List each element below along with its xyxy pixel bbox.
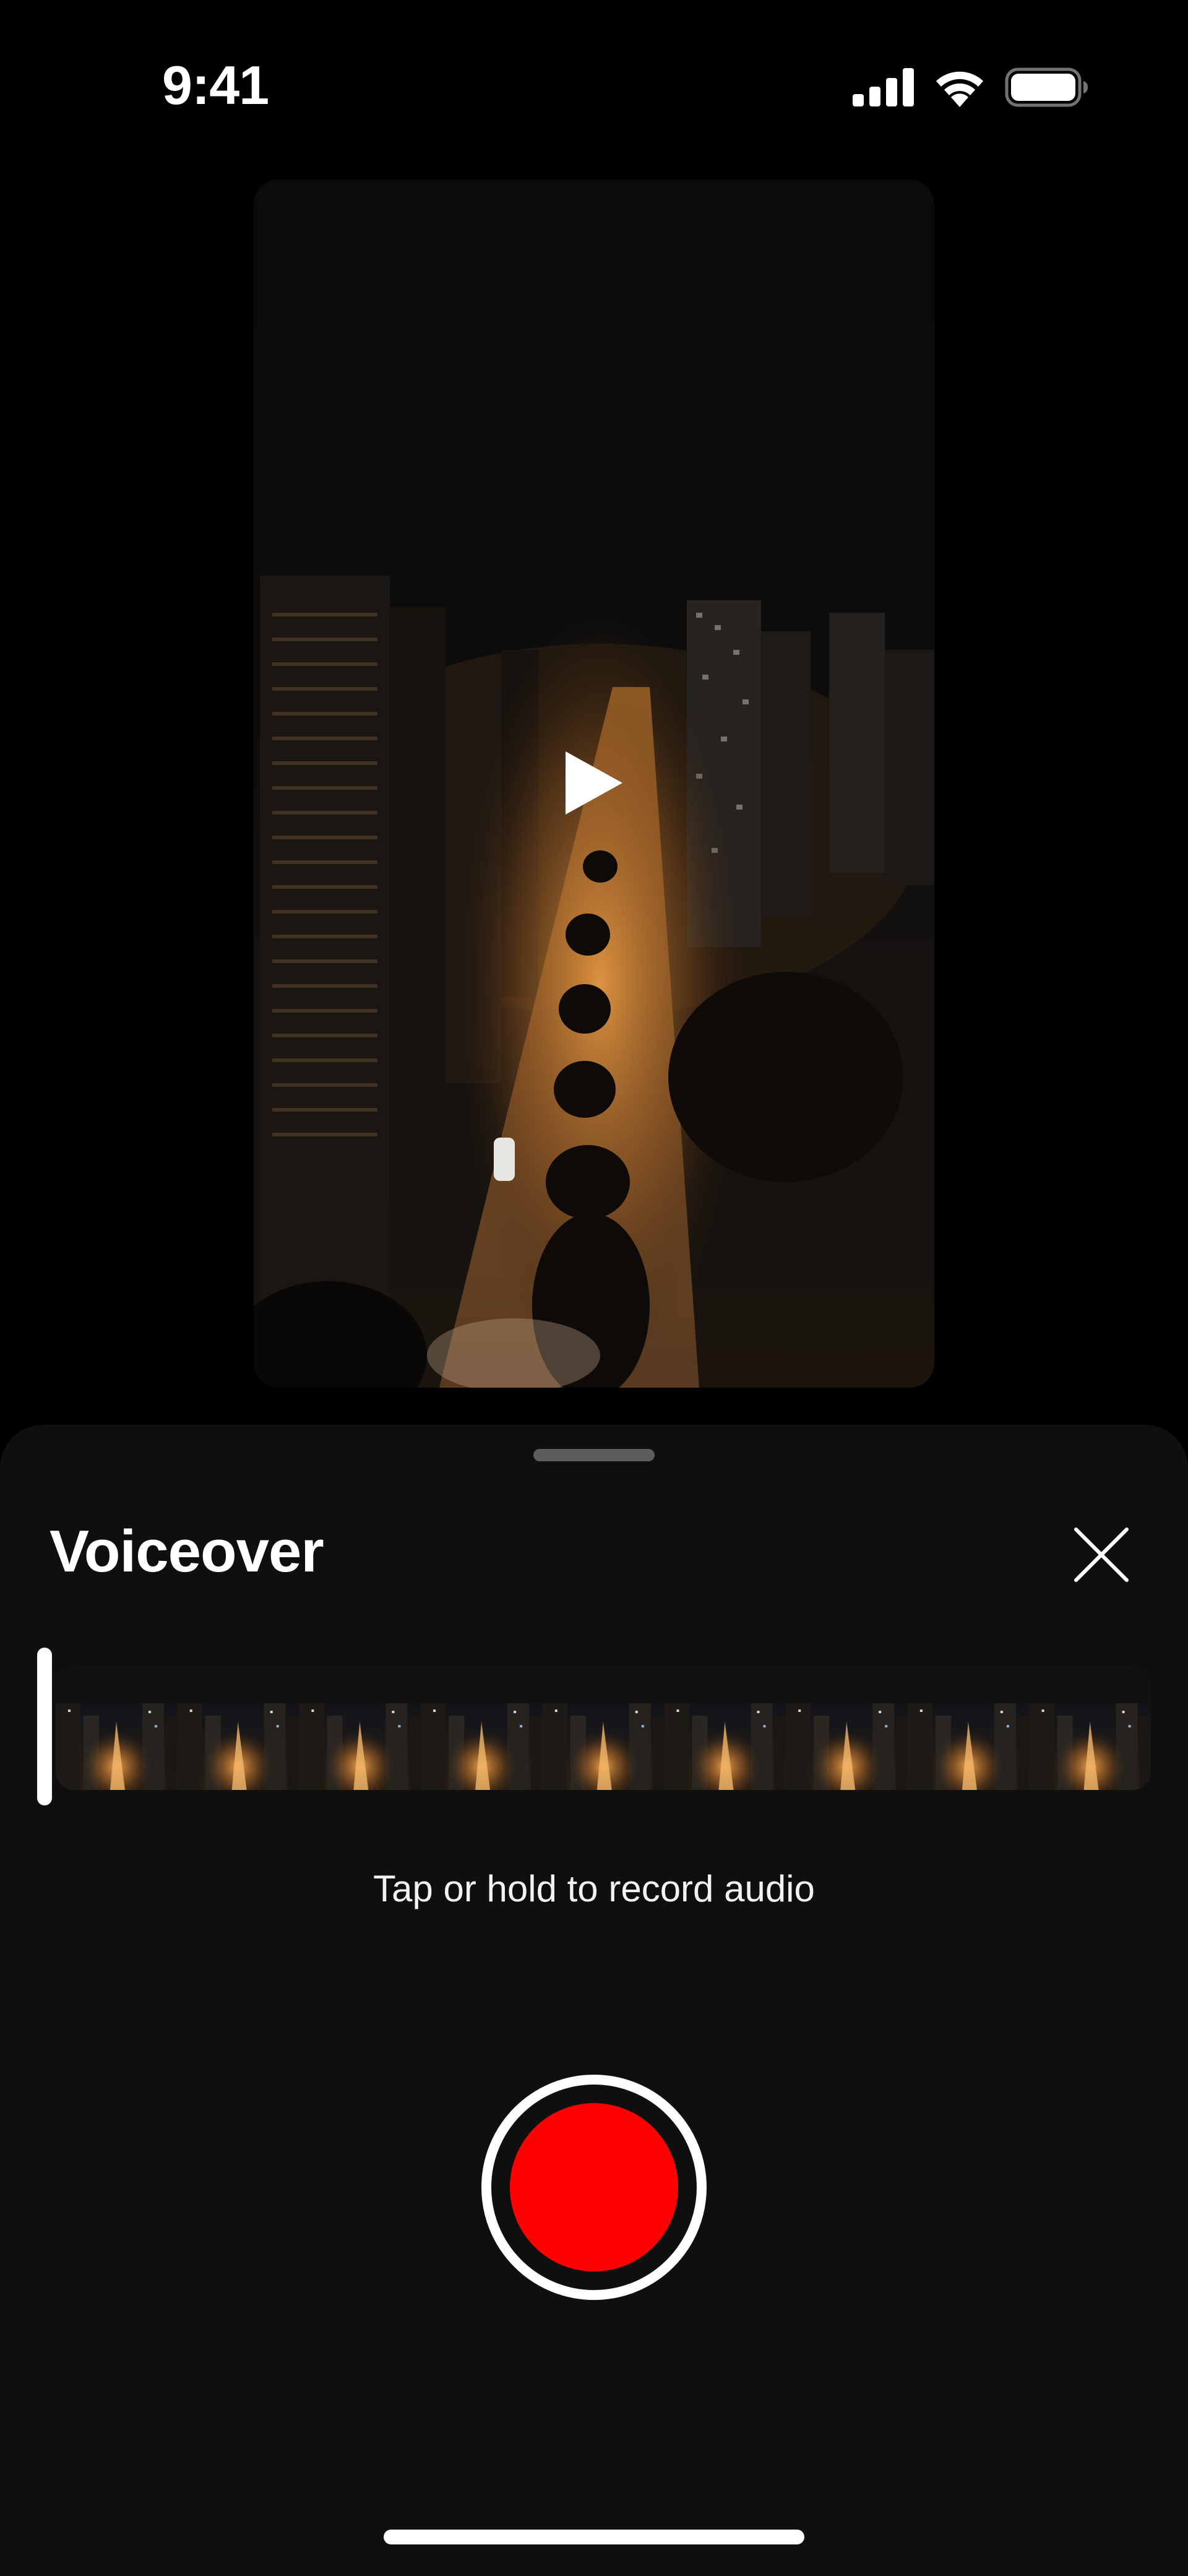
sheet-title: Voiceover [50, 1518, 324, 1584]
cellular-signal-icon [853, 68, 914, 106]
record-hint: Tap or hold to record audio [373, 1868, 815, 1909]
play-icon[interactable] [563, 749, 625, 817]
wifi-icon [936, 71, 983, 107]
battery-icon [1005, 67, 1088, 107]
playhead-handle[interactable] [37, 1648, 52, 1805]
voiceover-sheet: Voiceover Tap or hold to record audio [0, 1425, 1188, 2576]
status-icons [853, 66, 1089, 109]
record-button[interactable] [481, 2075, 707, 2300]
record-dot [510, 2103, 678, 2271]
video-filmstrip[interactable] [56, 1666, 1151, 1790]
video-preview[interactable] [254, 179, 934, 1388]
status-bar: 9:41 [0, 0, 1188, 155]
filmstrip-frames [56, 1666, 1151, 1790]
sheet-grabber[interactable] [533, 1449, 655, 1461]
close-icon[interactable] [1067, 1521, 1135, 1589]
status-time: 9:41 [162, 54, 269, 116]
home-indicator[interactable] [384, 2530, 804, 2544]
